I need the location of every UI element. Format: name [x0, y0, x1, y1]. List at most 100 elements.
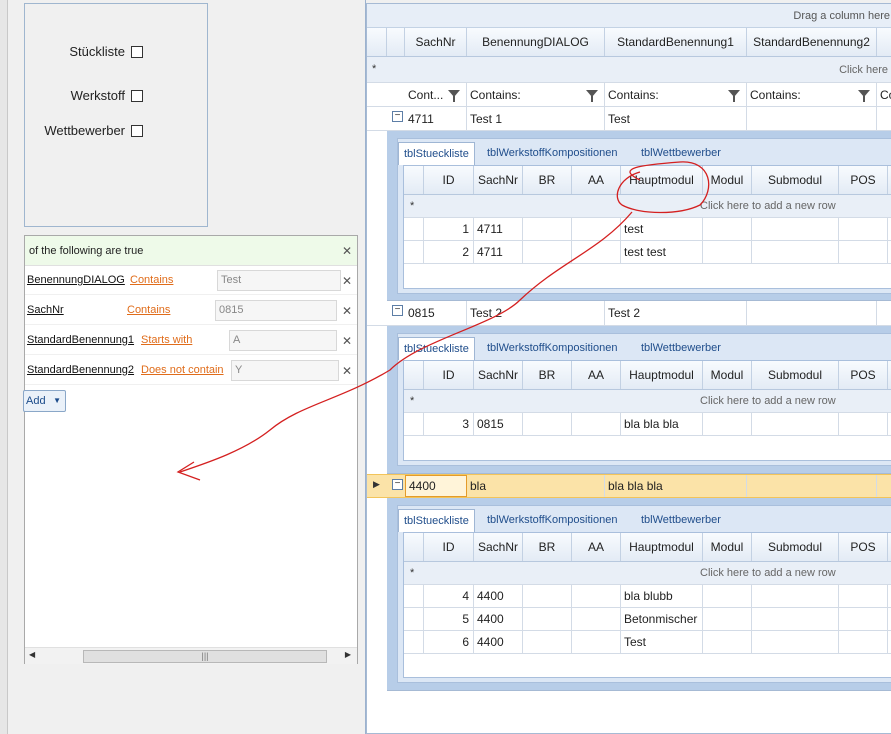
column-header-pos[interactable]: POS: [839, 361, 888, 389]
checkbox-wettbewerber[interactable]: Wettbewerber: [44, 123, 143, 138]
collapse-icon[interactable]: −: [392, 305, 403, 316]
cell-pos[interactable]: [839, 585, 888, 607]
filter-value-input[interactable]: 0815: [215, 300, 337, 321]
cell-benennungdialog[interactable]: Test 1: [467, 107, 605, 130]
cell-modul[interactable]: [703, 585, 752, 607]
scroll-left-icon[interactable]: ◀: [29, 650, 35, 659]
cell-standardbenennung2[interactable]: [747, 475, 877, 497]
cell-id[interactable]: 6: [424, 631, 474, 653]
cell-sachnr[interactable]: 4711: [405, 107, 467, 130]
filter-cell-extra[interactable]: Co: [877, 83, 891, 106]
cell-benennungdialog[interactable]: Test 2: [467, 301, 605, 325]
column-header-br[interactable]: BR: [523, 166, 572, 194]
checkbox-stueckliste[interactable]: Stückliste: [69, 44, 143, 59]
cell-aa[interactable]: [572, 241, 621, 263]
detail-row[interactable]: 3 0815 bla bla bla: [404, 413, 891, 436]
filter-cell-standardbenennung1[interactable]: Contains:: [605, 83, 747, 106]
cell-br[interactable]: [523, 218, 572, 240]
column-header-pos[interactable]: POS: [839, 533, 888, 561]
cell-pos[interactable]: [839, 413, 888, 435]
column-header-hauptmodul[interactable]: Hauptmodul: [621, 361, 703, 389]
column-header-sachnr[interactable]: SachNr: [405, 28, 467, 56]
column-header-modul[interactable]: Modul: [703, 361, 752, 389]
column-header-sachnr[interactable]: SachNr: [474, 166, 523, 194]
cell-hauptmodul[interactable]: bla blubb: [621, 585, 703, 607]
cell-aa[interactable]: [572, 218, 621, 240]
filter-cell-benennungdialog[interactable]: Contains:: [467, 83, 605, 106]
column-header-sachnr[interactable]: SachNr: [474, 533, 523, 561]
cell-sachnr[interactable]: 4400: [405, 475, 467, 497]
column-header-pos[interactable]: POS: [839, 166, 888, 194]
cell-submodul[interactable]: [752, 608, 839, 630]
column-header-aa[interactable]: AA: [572, 166, 621, 194]
cell-pos[interactable]: [839, 241, 888, 263]
cell-pos[interactable]: [839, 218, 888, 240]
tab-tblwettbewerber[interactable]: tblWettbewerber: [636, 337, 726, 360]
scroll-right-icon[interactable]: ▶: [345, 650, 351, 659]
filter-field-link[interactable]: SachNr: [27, 304, 64, 316]
remove-condition-icon[interactable]: ✕: [342, 304, 352, 318]
cell-sachnr[interactable]: 0815: [405, 301, 467, 325]
cell-aa[interactable]: [572, 631, 621, 653]
scrollbar-thumb[interactable]: |||: [83, 650, 327, 663]
cell-aa[interactable]: [572, 608, 621, 630]
add-condition-button[interactable]: Add ▼: [23, 390, 66, 412]
group-by-panel[interactable]: Drag a column here: [367, 4, 891, 28]
cell-hauptmodul[interactable]: Betonmischer: [621, 608, 703, 630]
cell-modul[interactable]: [703, 631, 752, 653]
checkbox-box[interactable]: [131, 89, 143, 102]
filter-operator-link[interactable]: Contains: [127, 304, 170, 316]
column-header-sachnr[interactable]: SachNr: [474, 361, 523, 389]
cell-standardbenennung1[interactable]: bla bla bla: [605, 475, 747, 497]
cell-id[interactable]: 3: [424, 413, 474, 435]
cell-submodul[interactable]: [752, 585, 839, 607]
master-row[interactable]: − 4711 Test 1 Test: [367, 107, 891, 131]
tab-tblwettbewerber[interactable]: tblWettbewerber: [636, 509, 726, 532]
column-header-standardbenennung2[interactable]: StandardBenennung2: [747, 28, 877, 56]
remove-condition-icon[interactable]: ✕: [342, 274, 352, 288]
tab-tblwettbewerber[interactable]: tblWettbewerber: [636, 142, 726, 165]
cell-aa[interactable]: [572, 413, 621, 435]
filter-operator-link[interactable]: Does not contain: [141, 364, 224, 376]
cell-modul[interactable]: [703, 608, 752, 630]
column-header-standardbenennung1[interactable]: StandardBenennung1: [605, 28, 747, 56]
filter-funnel-icon[interactable]: [728, 90, 740, 102]
cell-sachnr[interactable]: 4711: [474, 218, 523, 240]
remove-condition-icon[interactable]: ✕: [342, 364, 352, 378]
tab-tblwerkstoffkompositionen[interactable]: tblWerkstoffKompositionen: [482, 337, 622, 360]
master-row-selected[interactable]: ▶ − 4400 bla bla bla bla: [367, 474, 891, 498]
close-icon[interactable]: ✕: [342, 244, 352, 258]
column-header-id[interactable]: ID: [424, 533, 474, 561]
column-header-br[interactable]: BR: [523, 361, 572, 389]
cell-br[interactable]: [523, 608, 572, 630]
cell-sachnr[interactable]: 4400: [474, 585, 523, 607]
filter-operator-link[interactable]: Contains: [130, 274, 173, 286]
cell-id[interactable]: 5: [424, 608, 474, 630]
filter-group-header[interactable]: of the following are true ✕: [25, 236, 357, 266]
detail-add-new-row[interactable]: * Click here to add a new row: [404, 390, 891, 413]
filter-funnel-icon[interactable]: [448, 90, 460, 102]
tab-tblstueckliste[interactable]: tblStueckliste: [398, 337, 475, 360]
filter-value-input[interactable]: Test: [217, 270, 341, 291]
filter-field-link[interactable]: StandardBenennung1: [27, 334, 134, 346]
column-header-modul[interactable]: Modul: [703, 166, 752, 194]
collapse-icon[interactable]: −: [392, 479, 403, 490]
filter-cell-standardbenennung2[interactable]: Contains:: [747, 83, 877, 106]
column-header-hauptmodul[interactable]: Hauptmodul: [621, 533, 703, 561]
horizontal-scrollbar[interactable]: ◀ ||| ▶: [25, 647, 357, 664]
cell-sachnr[interactable]: 4400: [474, 608, 523, 630]
cell-standardbenennung2[interactable]: [747, 107, 877, 130]
filter-funnel-icon[interactable]: [858, 90, 870, 102]
column-header-submodul[interactable]: Submodul: [752, 361, 839, 389]
cell-submodul[interactable]: [752, 631, 839, 653]
cell-modul[interactable]: [703, 218, 752, 240]
filter-cell-sachnr[interactable]: Cont...: [405, 83, 467, 106]
cell-pos[interactable]: [839, 608, 888, 630]
filter-field-link[interactable]: StandardBenennung2: [27, 364, 134, 376]
column-header-hauptmodul[interactable]: Hauptmodul: [621, 166, 703, 194]
cell-br[interactable]: [523, 241, 572, 263]
detail-add-new-row[interactable]: * Click here to add a new row: [404, 562, 891, 585]
cell-submodul[interactable]: [752, 218, 839, 240]
checkbox-box[interactable]: [131, 124, 143, 137]
column-header-benennungdialog[interactable]: BenennungDIALOG: [467, 28, 605, 56]
